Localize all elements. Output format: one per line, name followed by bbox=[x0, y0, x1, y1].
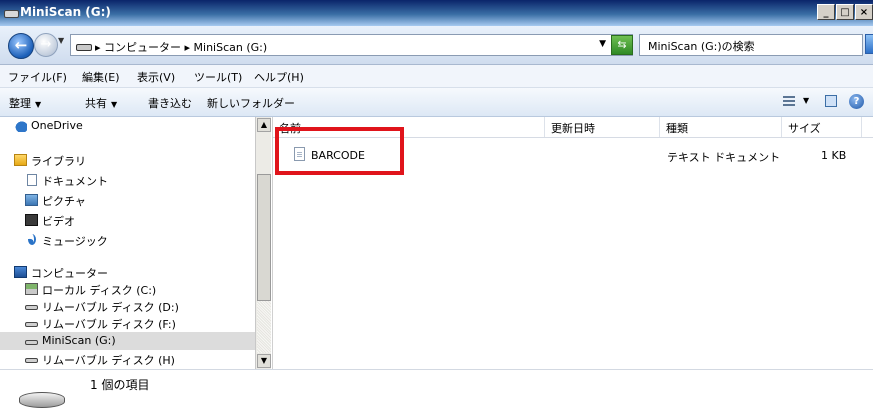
chevron-down-icon[interactable]: ▼ bbox=[803, 96, 809, 105]
column-size[interactable]: サイズ bbox=[782, 117, 862, 137]
nav-item-local-disk[interactable]: ローカル ディスク (C:) bbox=[0, 280, 255, 298]
nav-item-label: ミュージック bbox=[42, 235, 108, 248]
menu-edit[interactable]: 編集(E) bbox=[82, 69, 120, 85]
organize-button[interactable]: 整理 ▼ bbox=[9, 95, 41, 111]
close-button[interactable]: × bbox=[855, 4, 873, 20]
title-bar: MiniScan (G:) _ □ × bbox=[0, 0, 873, 26]
nav-item-label: ビデオ bbox=[42, 215, 75, 228]
column-modified[interactable]: 更新日時 bbox=[545, 117, 660, 137]
nav-item-label: リムーバブル ディスク (F:) bbox=[42, 318, 176, 331]
nav-item-label: OneDrive bbox=[31, 119, 83, 132]
new-folder-button[interactable]: 新しいフォルダー bbox=[207, 95, 295, 111]
nav-item-videos[interactable]: ビデオ bbox=[0, 211, 255, 229]
nav-item-label: MiniScan (G:) bbox=[42, 334, 116, 347]
nav-item-computer[interactable]: コンピューター bbox=[0, 263, 255, 281]
address-dropdown-icon[interactable]: ▼ bbox=[599, 39, 606, 49]
nav-scrollbar[interactable]: ▲ ▼ bbox=[255, 117, 271, 369]
minimize-button[interactable]: _ bbox=[817, 4, 835, 20]
menu-help[interactable]: ヘルプ(H) bbox=[254, 69, 304, 85]
menu-bar: ファイル(F) 編集(E) 表示(V) ツール(T) ヘルプ(H) bbox=[0, 65, 873, 88]
nav-item-onedrive[interactable]: OneDrive bbox=[0, 117, 255, 135]
music-icon bbox=[28, 234, 36, 245]
status-bar: 1 個の項目 bbox=[0, 369, 873, 417]
address-row: ← → ▼ ▸ コンピューター ▸ MiniScan (G:) ▼ ⇆ bbox=[0, 26, 873, 65]
nav-item-removable-f[interactable]: リムーバブル ディスク (F:) bbox=[0, 314, 255, 332]
search-icon[interactable] bbox=[865, 34, 873, 54]
nav-item-label: リムーバブル ディスク (H) bbox=[42, 354, 175, 367]
history-dropdown-icon[interactable]: ▼ bbox=[58, 36, 64, 45]
address-path[interactable]: ▸ コンピューター ▸ MiniScan (G:) bbox=[95, 39, 267, 55]
nav-item-label: ドキュメント bbox=[42, 175, 108, 188]
nav-item-documents[interactable]: ドキュメント bbox=[0, 171, 255, 189]
document-icon bbox=[27, 174, 37, 186]
item-count: 1 個の項目 bbox=[90, 378, 150, 392]
nav-item-libraries[interactable]: ライブラリ bbox=[0, 151, 255, 169]
window-title: MiniScan (G:) bbox=[20, 5, 111, 19]
removable-drive-icon bbox=[25, 340, 38, 345]
library-icon bbox=[14, 154, 27, 166]
nav-item-label: ローカル ディスク (C:) bbox=[42, 284, 157, 297]
refresh-button[interactable]: ⇆ bbox=[611, 35, 633, 55]
chevron-down-icon: ▼ bbox=[111, 100, 118, 109]
drive-icon bbox=[4, 10, 19, 18]
nav-item-label: コンピューター bbox=[31, 267, 108, 280]
menu-file[interactable]: ファイル(F) bbox=[8, 69, 67, 85]
file-size: 1 KB bbox=[821, 149, 847, 162]
navigation-pane: OneDrive ライブラリ ドキュメント ピクチャ ビデオ ミュージック コン… bbox=[0, 117, 271, 369]
search-input[interactable] bbox=[646, 38, 830, 53]
file-type: テキスト ドキュメント bbox=[667, 151, 781, 164]
nav-item-removable-h[interactable]: リムーバブル ディスク (H) bbox=[0, 350, 255, 368]
back-button[interactable]: ← bbox=[8, 33, 34, 59]
removable-drive-icon bbox=[19, 392, 65, 408]
menu-view[interactable]: 表示(V) bbox=[137, 69, 175, 85]
help-icon[interactable]: ? bbox=[849, 94, 864, 109]
nav-item-removable-d[interactable]: リムーバブル ディスク (D:) bbox=[0, 297, 255, 315]
forward-button[interactable]: → bbox=[34, 33, 58, 57]
column-type[interactable]: 種類 bbox=[660, 117, 782, 137]
search-box[interactable] bbox=[639, 34, 863, 56]
pictures-icon bbox=[25, 194, 38, 206]
removable-drive-icon bbox=[25, 305, 38, 310]
nav-item-pictures[interactable]: ピクチャ bbox=[0, 191, 255, 209]
removable-drive-icon bbox=[25, 322, 38, 327]
window-controls: _ □ × bbox=[817, 4, 873, 20]
preview-pane-icon[interactable] bbox=[825, 95, 837, 107]
nav-item-label: リムーバブル ディスク (D:) bbox=[42, 301, 179, 314]
command-bar: 整理 ▼ 共有 ▼ 書き込む 新しいフォルダー ▼ ? bbox=[0, 88, 873, 117]
nav-item-music[interactable]: ミュージック bbox=[0, 231, 255, 249]
nav-item-miniscan[interactable]: MiniScan (G:) bbox=[0, 332, 255, 350]
nav-item-label: ライブラリ bbox=[31, 155, 86, 168]
share-button[interactable]: 共有 ▼ bbox=[85, 95, 117, 111]
nav-item-label: ピクチャ bbox=[42, 195, 86, 208]
menu-tools[interactable]: ツール(T) bbox=[194, 69, 242, 85]
scroll-track[interactable] bbox=[257, 301, 271, 353]
chevron-down-icon: ▼ bbox=[35, 100, 42, 109]
local-disk-icon bbox=[25, 283, 38, 295]
scroll-up-arrow-icon[interactable]: ▲ bbox=[257, 118, 271, 132]
view-options-icon[interactable] bbox=[783, 96, 795, 106]
highlight-annotation bbox=[275, 127, 404, 175]
maximize-button[interactable]: □ bbox=[836, 4, 854, 20]
onedrive-icon bbox=[14, 120, 27, 132]
drive-icon bbox=[76, 44, 92, 51]
video-icon bbox=[25, 214, 38, 226]
scroll-down-arrow-icon[interactable]: ▼ bbox=[257, 354, 271, 368]
removable-drive-icon bbox=[25, 358, 38, 363]
scroll-thumb[interactable] bbox=[257, 174, 271, 301]
address-bar[interactable]: ▸ コンピューター ▸ MiniScan (G:) ▼ bbox=[70, 34, 633, 56]
burn-button[interactable]: 書き込む bbox=[148, 95, 192, 111]
computer-icon bbox=[14, 266, 27, 278]
